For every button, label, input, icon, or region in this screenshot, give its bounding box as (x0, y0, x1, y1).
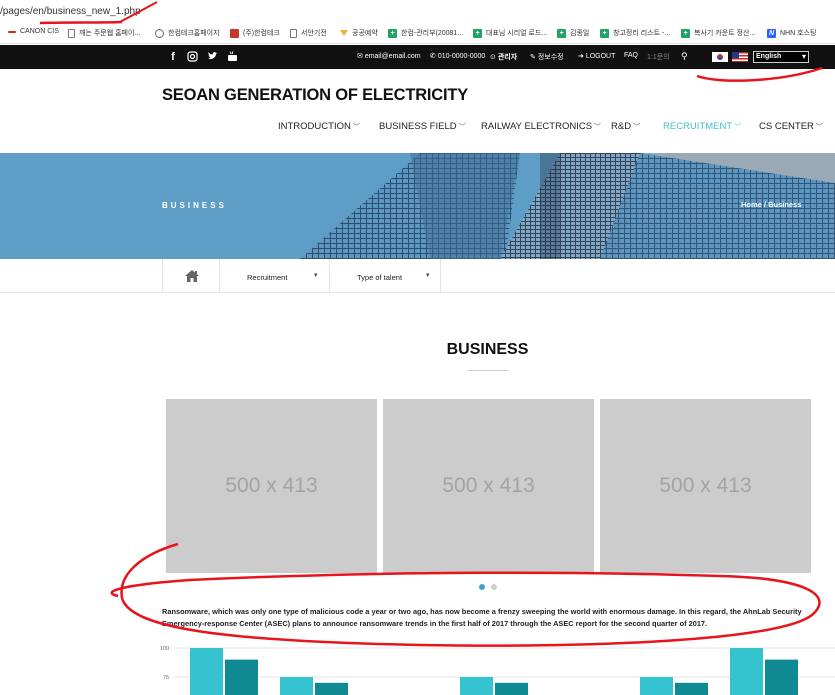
chart-bar (460, 677, 493, 695)
carousel-dot[interactable] (491, 584, 497, 590)
caret-down-icon: ▾ (314, 272, 318, 279)
chart-bar (640, 677, 673, 695)
banner-title: BUSINESS (162, 201, 227, 210)
inquiry-link[interactable]: 1:1문의 (647, 52, 670, 62)
bookmark-admin-sheet[interactable]: + 한컴-관리부(20081... (388, 28, 463, 38)
red-doc-icon (230, 28, 239, 38)
bookmark-order-web[interactable]: 깨는 주문웹 홈페이... (68, 28, 140, 38)
nav-railway-electronics[interactable]: RAILWAY ELECTRONICS ﹀ (481, 121, 601, 132)
chart-bar (190, 648, 223, 695)
sub-navigation: Recruitment ▾ Type of talent ▾ (0, 259, 835, 293)
globe-icon (155, 28, 164, 38)
bookmark-public-reservation[interactable]: 공공예약 (340, 28, 378, 38)
bookmark-hancom-tech[interactable]: (주)한컴테크 (230, 28, 280, 38)
home-icon (185, 270, 199, 282)
chart-bar (315, 682, 348, 695)
nav-business-field[interactable]: BUSINESS FIELD ﹀ (379, 121, 466, 132)
chart-bar (225, 659, 258, 695)
breadcrumb: Home / Business (741, 200, 802, 209)
youtube-icon[interactable] (226, 51, 238, 63)
home-button[interactable] (162, 259, 220, 293)
nav-cs-center[interactable]: CS CENTER ﹀ (759, 121, 823, 132)
chart-bar (675, 682, 708, 695)
admin-link[interactable]: ⊙ 관리자 (490, 52, 517, 62)
page-icon (290, 28, 297, 38)
dash-icon (8, 30, 16, 33)
page-icon (68, 28, 75, 38)
page-banner: BUSINESS Home / Business (0, 153, 835, 259)
nav-recruitment[interactable]: RECRUITMENT ﹀ (663, 121, 741, 132)
chart-bar (730, 648, 763, 695)
sheets-icon: + (388, 28, 397, 38)
search-icon[interactable]: ⚲ (681, 51, 688, 62)
bookmarks-bar: CANON CIS 깨는 주문웹 홈페이... 한컴테크홈페이지 (주)한컴테크… (0, 24, 835, 44)
instagram-icon[interactable] (186, 51, 198, 63)
top-utility-bar: f ✉ email@email.com ✆ 010-0000-0000 ⊙ 관리… (0, 45, 835, 69)
twitter-icon[interactable] (206, 51, 218, 63)
korean-flag-icon[interactable] (712, 52, 728, 62)
facebook-icon[interactable]: f (167, 51, 179, 63)
bookmark-warehouse[interactable]: + 창고정리 리스트 -... (600, 28, 670, 38)
site-title[interactable]: SEOAN GENERATION OF ELECTRICITY (162, 86, 468, 105)
chart-bar (765, 659, 798, 695)
sheets-icon: + (557, 28, 566, 38)
caret-down-icon: ▾ (426, 272, 430, 279)
chevron-down-icon: ﹀ (458, 124, 466, 131)
bookmark-canon[interactable]: CANON CIS (8, 28, 59, 35)
section-title: BUSINESS (446, 341, 529, 358)
y-tick-label: 100 (160, 646, 169, 652)
chart-bar (280, 677, 313, 695)
us-flag-icon[interactable] (732, 52, 748, 62)
chevron-down-icon: ﹀ (594, 124, 602, 131)
building-graphic (0, 153, 835, 259)
nav-introduction[interactable]: INTRODUCTION ﹀ (278, 121, 360, 132)
language-select[interactable]: English (753, 51, 809, 63)
address-bar[interactable]: /pages/en/business_new_1.php (0, 0, 835, 22)
bar-chart: 100 75 (160, 646, 835, 695)
edit-info-link[interactable]: ✎ 정보수정 (530, 52, 564, 62)
subnav-recruitment-dropdown[interactable]: Recruitment ▾ (220, 259, 330, 293)
body-paragraph: Ransomware, which was only one type of m… (162, 607, 802, 628)
url-text[interactable]: /pages/en/business_new_1.php (0, 6, 141, 17)
sheets-icon: + (600, 28, 609, 38)
nhn-icon: N (767, 28, 776, 38)
phone-link[interactable]: ✆ 010-0000-0000 (430, 52, 485, 60)
email-link[interactable]: ✉ email@email.com (357, 52, 421, 60)
subnav-talent-dropdown[interactable]: Type of talent ▾ (330, 259, 441, 293)
sheets-icon: + (681, 28, 690, 38)
bookmark-copier[interactable]: + 복사기 카운트 정산... (681, 28, 755, 38)
image-placeholder: 500 x 413 (166, 399, 377, 573)
carousel-dot-active[interactable] (479, 584, 485, 590)
annotation-underline (696, 66, 823, 82)
chevron-down-icon: ﹀ (633, 124, 641, 131)
faq-link[interactable]: FAQ (624, 52, 638, 59)
nav-rnd[interactable]: R&D ﹀ (611, 121, 640, 132)
title-divider (468, 370, 508, 371)
logout-link[interactable]: ➜ LOGOUT (578, 52, 615, 60)
bookmark-kim[interactable]: + 김종일 (557, 28, 589, 38)
image-placeholder: 500 x 413 (600, 399, 811, 573)
bookmark-serial-sheet[interactable]: + 대표님 시리얼 로드... (473, 28, 547, 38)
y-tick-label: 75 (163, 675, 169, 681)
pin-icon (340, 30, 348, 36)
annotation-underline (39, 20, 123, 25)
chevron-down-icon: ﹀ (734, 124, 742, 131)
bookmark-seoan[interactable]: 서안기전 (290, 28, 327, 38)
bookmark-nhn[interactable]: N NHN 호스팅 (767, 28, 816, 38)
bookmark-hancom-homepage[interactable]: 한컴테크홈페이지 (155, 28, 220, 38)
sheets-icon: + (473, 28, 482, 38)
chart-bar (495, 682, 528, 695)
chevron-down-icon: ﹀ (352, 124, 360, 131)
image-placeholder: 500 x 413 (383, 399, 594, 573)
chevron-down-icon: ﹀ (815, 124, 823, 131)
